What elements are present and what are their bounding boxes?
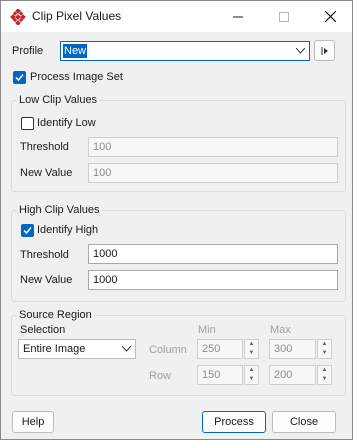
clip-pixel-values-window: Clip Pixel Values Profile New Process Im…	[0, 0, 353, 440]
app-grid-icon	[10, 9, 26, 25]
profile-label: Profile	[12, 45, 44, 57]
window-title: Clip Pixel Values	[32, 9, 122, 23]
process-button[interactable]: Process	[202, 411, 266, 433]
high-new-value-label: New Value	[20, 274, 73, 286]
up-arrow-icon: ▲	[248, 367, 255, 373]
profile-menu-button[interactable]	[314, 40, 335, 61]
min-header: Min	[198, 324, 216, 336]
low-clip-title: Low Clip Values	[17, 94, 100, 106]
high-threshold-label: Threshold	[20, 249, 69, 261]
low-threshold-input[interactable]: 100	[88, 137, 338, 157]
column-max-spinner[interactable]: ▲ ▼	[317, 339, 332, 359]
process-image-set-label: Process Image Set	[30, 71, 123, 83]
column-label: Column	[149, 344, 187, 356]
column-min-spinner[interactable]: ▲ ▼	[244, 339, 259, 359]
low-new-value-input[interactable]: 100	[88, 163, 338, 183]
low-new-value-label: New Value	[20, 167, 73, 179]
down-arrow-icon: ▼	[321, 350, 328, 356]
checkmark-icon	[15, 74, 24, 82]
column-max-input[interactable]: 300	[269, 339, 316, 359]
maximize-icon	[279, 11, 289, 22]
high-new-value-input[interactable]: 1000	[88, 270, 338, 290]
down-arrow-icon: ▼	[248, 350, 255, 356]
up-arrow-icon: ▲	[321, 367, 328, 373]
row-min-spinner[interactable]: ▲ ▼	[244, 365, 259, 385]
identify-low-checkbox[interactable]	[21, 117, 34, 130]
column-min-input[interactable]: 250	[197, 339, 243, 359]
checkmark-icon	[23, 227, 32, 235]
profile-value: New	[63, 44, 88, 58]
identify-high-label: Identify High	[37, 224, 99, 236]
low-threshold-label: Threshold	[20, 141, 69, 153]
chevron-down-icon	[122, 346, 131, 352]
close-icon	[324, 11, 336, 22]
close-button[interactable]: Close	[272, 411, 336, 433]
minimize-button[interactable]	[215, 1, 261, 32]
max-header: Max	[270, 324, 291, 336]
up-arrow-icon: ▲	[321, 341, 328, 347]
selection-label: Selection	[20, 324, 66, 336]
row-max-input[interactable]: 200	[269, 365, 316, 385]
help-button[interactable]: Help	[12, 411, 54, 433]
selection-value: Entire Image	[23, 343, 86, 355]
minimize-icon	[233, 16, 243, 17]
title-bar: Clip Pixel Values	[1, 1, 352, 32]
high-clip-title: High Clip Values	[17, 204, 102, 216]
chevron-down-icon	[296, 48, 305, 54]
selection-dropdown[interactable]: Entire Image	[18, 339, 136, 359]
profile-combobox[interactable]: New	[60, 41, 310, 61]
row-label: Row	[149, 370, 172, 382]
down-arrow-icon: ▼	[248, 376, 255, 382]
identify-low-label: Identify Low	[37, 117, 96, 129]
up-arrow-icon: ▲	[248, 341, 255, 347]
identify-high-checkbox[interactable]	[21, 224, 34, 237]
down-arrow-icon: ▼	[321, 376, 328, 382]
process-image-set-checkbox[interactable]	[13, 71, 26, 84]
maximize-button[interactable]	[261, 1, 307, 32]
row-max-spinner[interactable]: ▲ ▼	[317, 365, 332, 385]
row-min-input[interactable]: 150	[197, 365, 243, 385]
close-window-button[interactable]	[307, 1, 353, 32]
high-threshold-input[interactable]: 1000	[88, 244, 338, 264]
play-arrow-icon	[321, 46, 328, 55]
source-region-title: Source Region	[17, 309, 94, 321]
